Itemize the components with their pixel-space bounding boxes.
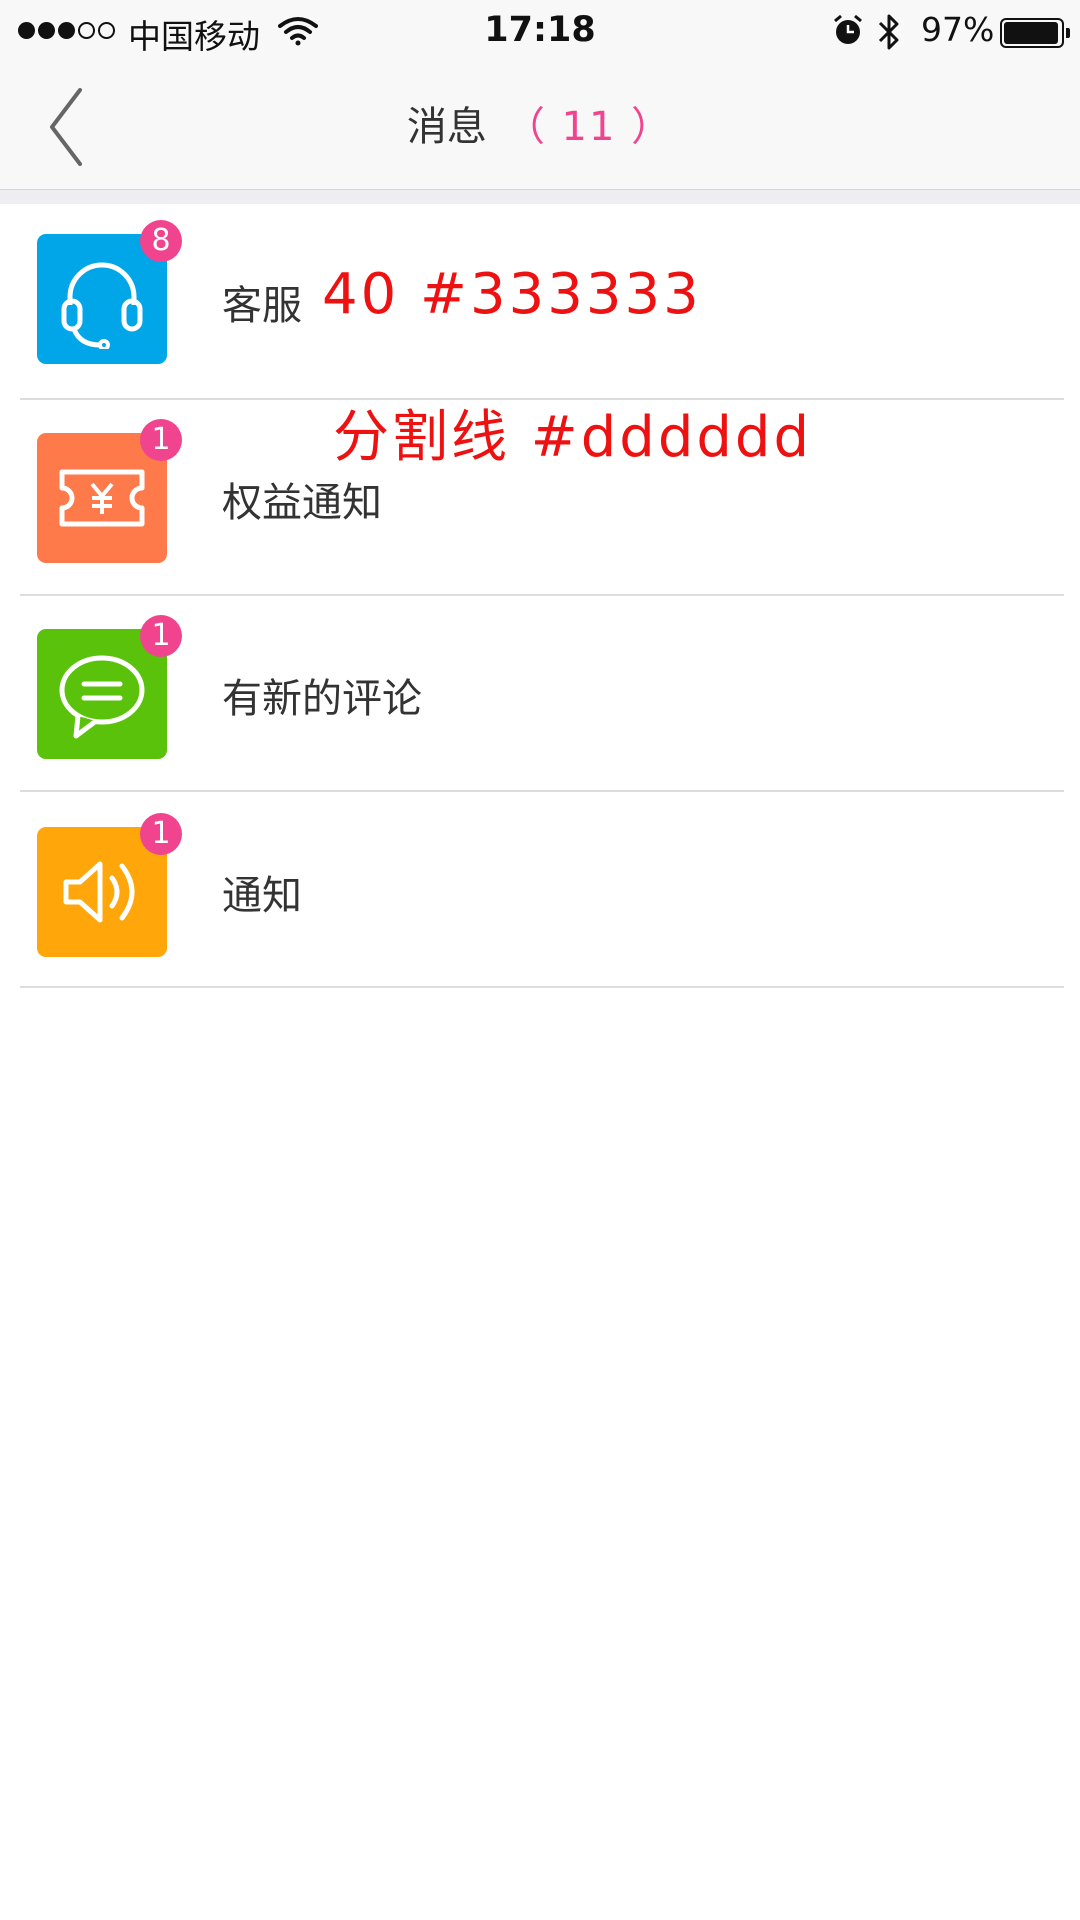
- nav-bar: 消息 （ 11 ）: [0, 64, 1080, 190]
- unread-badge: 1: [140, 419, 182, 461]
- list-item-label: 权益通知: [222, 480, 382, 526]
- battery-tip: [1066, 28, 1070, 38]
- list-item-new-comment[interactable]: 1 有新的评论: [0, 596, 1080, 792]
- annotation-font-spec: 40 #333333: [322, 262, 702, 327]
- battery-percent: 97%: [921, 10, 995, 49]
- annotation-divider-spec: 分割线 #dddddd: [333, 405, 813, 470]
- list-item-label: 有新的评论: [222, 676, 422, 722]
- page-title: 消息 （ 11 ）: [0, 94, 1080, 152]
- battery-icon: [1000, 18, 1064, 48]
- list-item-label: 通知: [222, 873, 302, 919]
- alarm-icon: [834, 14, 862, 44]
- clock: 17:18: [484, 10, 596, 50]
- page-title-text: 消息: [406, 104, 487, 150]
- list-item-label: 客服: [222, 283, 302, 329]
- status-bar: 中国移动 17:18 97%: [0, 0, 1080, 64]
- unread-badge: 1: [140, 615, 182, 657]
- section-gap: [0, 190, 1080, 204]
- unread-badge: 8: [140, 220, 182, 262]
- list-item-notice[interactable]: 1 通知: [0, 792, 1080, 988]
- unread-badge: 1: [140, 813, 182, 855]
- message-count: （ 11 ）: [504, 104, 674, 150]
- bluetooth-icon: [878, 14, 899, 50]
